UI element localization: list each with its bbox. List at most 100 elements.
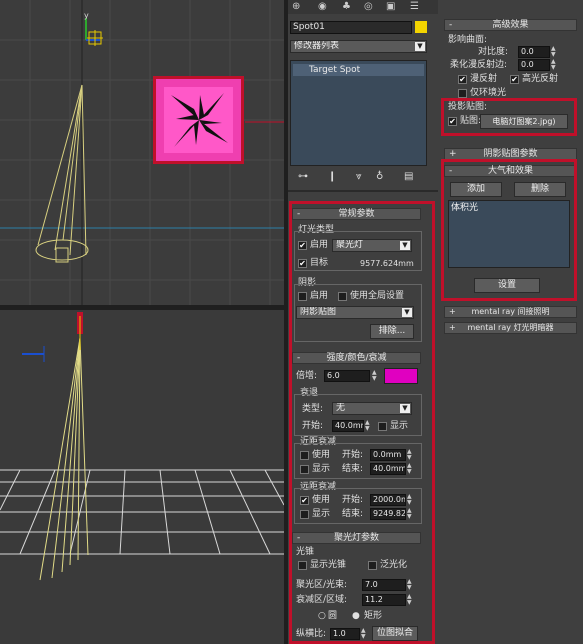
near-start-spinner[interactable]: ▲ ▼ xyxy=(407,449,413,461)
decay-type-label: 类型: xyxy=(302,404,324,414)
command-panel: ⊕ ◉ ♣ ◎ ▣ ☰ Spot01 修改器列表 ▼ Target Spot ⊶… xyxy=(288,0,438,644)
decay-show-checkbox[interactable] xyxy=(378,422,387,431)
general-params-rollout-header[interactable]: - 常规参数 xyxy=(292,208,421,220)
atmos-effects-title: 大气和效果 xyxy=(487,166,533,176)
decay-start-spinner[interactable]: ▲ ▼ xyxy=(365,420,371,432)
shadow-type-dropdown[interactable]: 阴影贴图 ▼ xyxy=(296,306,414,319)
modify-tab-icon[interactable]: ◉ xyxy=(318,1,327,12)
ambient-only-label: 仅环境光 xyxy=(470,88,507,98)
near-show-checkbox[interactable] xyxy=(300,465,309,474)
contrast-field[interactable]: 0.0 xyxy=(518,46,550,58)
hotspot-label: 聚光区/光束: xyxy=(296,580,348,590)
affect-surfaces-label: 影响曲面: xyxy=(448,35,488,45)
spotlight-params-rollout-header[interactable]: - 聚光灯参数 xyxy=(292,532,421,544)
stack-item-target-spot[interactable]: Target Spot xyxy=(293,64,424,76)
diffuse-checkbox[interactable]: ✔ xyxy=(458,75,467,84)
target-distance: 9577.624mm xyxy=(360,259,414,268)
display-tab-icon[interactable]: ▣ xyxy=(386,1,395,12)
setup-effect-button[interactable]: 设置 xyxy=(474,278,540,293)
modifier-list-dropdown[interactable]: 修改器列表 ▼ xyxy=(290,40,427,53)
soften-spinner[interactable]: ▲ ▼ xyxy=(551,59,557,71)
overshoot-checkbox[interactable] xyxy=(368,561,377,570)
remove-modifier-icon[interactable]: ♁ xyxy=(376,171,383,182)
soften-field[interactable]: 0.0 xyxy=(518,59,550,71)
falloff-field[interactable]: 11.2 xyxy=(362,594,406,606)
target-checkbox[interactable]: ✔ xyxy=(298,259,307,268)
shadow-map-params-rollout-header[interactable]: + 阴影贴图参数 xyxy=(444,148,577,160)
chevron-down-icon: ▼ xyxy=(400,404,410,413)
object-name-field[interactable]: Spot01 xyxy=(290,21,412,34)
decay-type-value: 无 xyxy=(336,403,346,413)
hotspot-spinner[interactable]: ▲ ▼ xyxy=(407,579,413,591)
effects-list-item[interactable]: 体积光 xyxy=(451,203,478,214)
delete-effect-button[interactable]: 删除 xyxy=(514,182,566,197)
aspect-field[interactable]: 1.0 xyxy=(330,628,360,640)
aspect-spinner[interactable]: ▲ ▼ xyxy=(361,628,367,640)
mr-shaders-rollout-header[interactable]: + mental ray 灯光明暗器 xyxy=(444,322,577,334)
decay-show-label: 显示 xyxy=(390,421,409,431)
multiplier-label: 倍增: xyxy=(296,371,318,381)
light-color-swatch[interactable] xyxy=(384,368,418,384)
show-cone-checkbox[interactable] xyxy=(298,561,307,570)
far-show-checkbox[interactable] xyxy=(300,510,309,519)
use-global-settings-checkbox[interactable] xyxy=(338,292,347,301)
near-end-label: 结束: xyxy=(342,464,364,474)
effects-list[interactable]: 体积光 xyxy=(448,200,570,268)
advanced-effects-rollout-header[interactable]: - 高级效果 xyxy=(444,19,577,31)
light-enable-checkbox[interactable]: ✔ xyxy=(298,241,307,250)
add-effect-button[interactable]: 添加 xyxy=(450,182,502,197)
modifier-stack[interactable]: Target Spot xyxy=(290,60,427,166)
hierarchy-tab-icon[interactable]: ♣ xyxy=(342,1,351,12)
near-end-spinner[interactable]: ▲ ▼ xyxy=(407,463,413,475)
projector-map-checkbox[interactable]: ✔ xyxy=(448,117,457,126)
hotspot-field[interactable]: 7.0 xyxy=(362,579,406,591)
expand-icon: + xyxy=(449,149,457,159)
shadow-enable-checkbox[interactable] xyxy=(298,292,307,301)
contrast-spinner[interactable]: ▲ ▼ xyxy=(551,46,557,58)
far-end-field[interactable]: 9249.82 xyxy=(370,508,406,520)
far-start-field[interactable]: 2000.0m xyxy=(370,494,406,506)
near-show-label: 显示 xyxy=(312,464,331,474)
chevron-down-icon: ▼ xyxy=(415,42,425,51)
intensity-rollout-header[interactable]: - 强度/颜色/衰减 xyxy=(292,352,421,364)
create-tab-icon[interactable]: ⊕ xyxy=(292,1,300,12)
near-start-field[interactable]: 0.0mm xyxy=(370,449,406,461)
specular-checkbox[interactable]: ✔ xyxy=(510,75,519,84)
falloff-spinner[interactable]: ▲ ▼ xyxy=(407,594,413,606)
configure-sets-icon[interactable]: ▤ xyxy=(404,171,413,182)
far-start-spinner[interactable]: ▲ ▼ xyxy=(407,494,413,506)
decay-start-field[interactable]: 40.0mm xyxy=(332,420,364,432)
atmos-effects-rollout-header[interactable]: - 大气和效果 xyxy=(444,165,577,177)
mr-indirect-rollout-header[interactable]: + mental ray 间接照明 xyxy=(444,306,577,318)
motion-tab-icon[interactable]: ◎ xyxy=(364,1,373,12)
object-color-swatch[interactable] xyxy=(415,21,427,33)
soften-label: 柔化漫反射边: xyxy=(450,60,508,70)
far-use-label: 使用 xyxy=(312,495,331,505)
utilities-tab-icon[interactable]: ☰ xyxy=(410,1,419,12)
bitmap-fit-button[interactable]: 位图拟合 xyxy=(372,626,418,641)
rectangle-radio[interactable]: ● xyxy=(352,611,360,622)
panel-separator xyxy=(288,190,438,192)
near-use-checkbox[interactable] xyxy=(300,451,309,460)
projector-map-button[interactable]: 电脑灯图案2.jpg) xyxy=(480,114,568,129)
collapse-icon: - xyxy=(297,353,301,363)
light-type-dropdown[interactable]: 聚光灯 ▼ xyxy=(332,239,412,252)
near-end-field[interactable]: 40.0mm xyxy=(370,463,406,475)
make-unique-icon[interactable]: ⩔ xyxy=(356,171,362,182)
far-end-spinner[interactable]: ▲ ▼ xyxy=(407,508,413,520)
far-start-label: 开始: xyxy=(342,495,364,505)
pin-stack-icon[interactable]: ⊶ xyxy=(298,171,308,182)
multiplier-spinner[interactable]: ▲ ▼ xyxy=(372,370,378,382)
show-end-result-icon[interactable]: ❙ xyxy=(328,171,336,182)
exclude-button[interactable]: 排除... xyxy=(370,324,414,339)
circle-radio[interactable]: ○ xyxy=(318,611,326,622)
perspective-viewport[interactable] xyxy=(0,310,284,644)
far-show-label: 显示 xyxy=(312,509,331,519)
far-use-checkbox[interactable]: ✔ xyxy=(300,496,309,505)
collapse-icon: - xyxy=(449,166,453,176)
ambient-only-checkbox[interactable] xyxy=(458,89,467,98)
cone-group-label: 光锥 xyxy=(296,547,315,557)
multiplier-field[interactable]: 6.0 xyxy=(324,370,370,382)
decay-type-dropdown[interactable]: 无 ▼ xyxy=(332,402,412,415)
aspect-label: 纵横比: xyxy=(296,629,327,639)
